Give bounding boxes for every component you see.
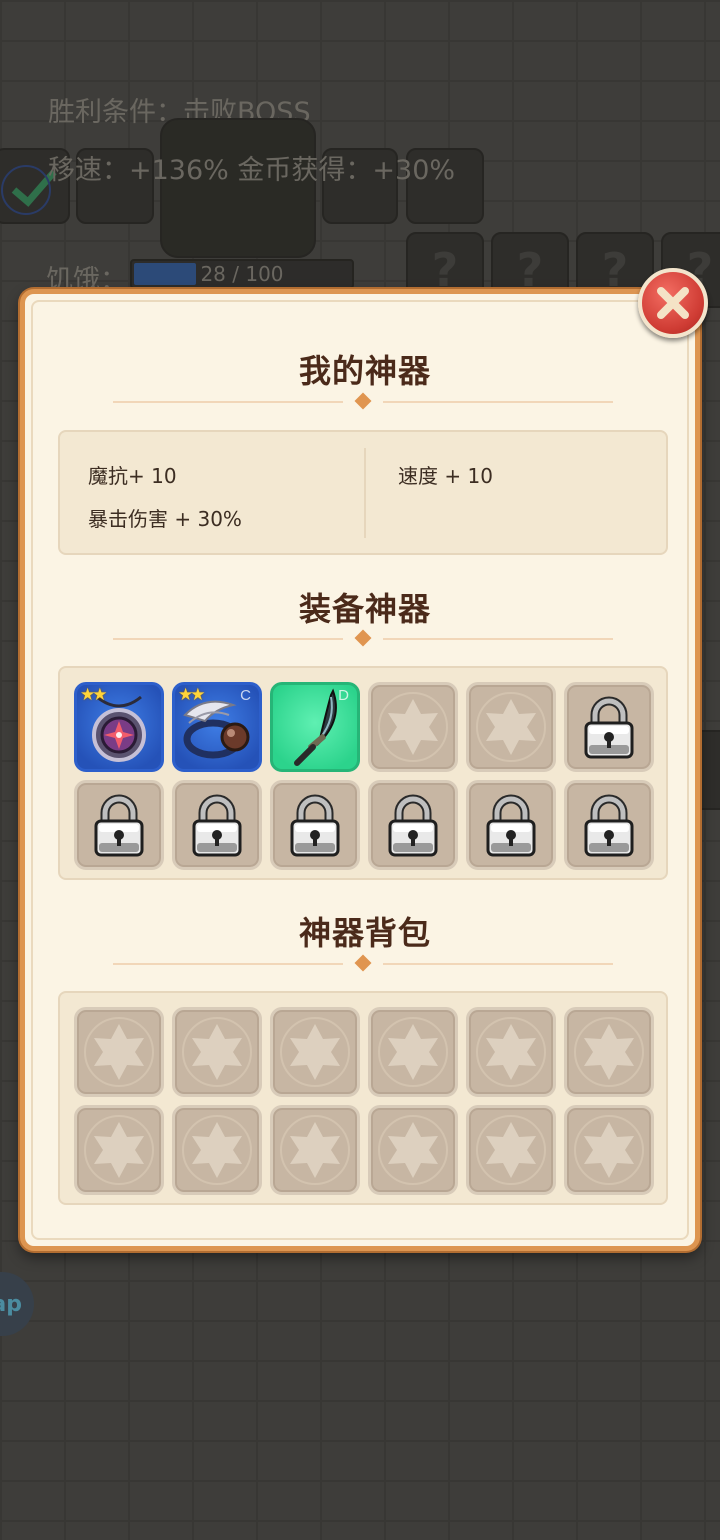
item-grade-letter: C xyxy=(240,687,251,704)
lock-icon xyxy=(584,696,634,759)
stat-speed: 速度 + 10 xyxy=(398,464,493,488)
star-emblem-icon xyxy=(476,1017,546,1087)
star-emblem-icon xyxy=(378,1017,448,1087)
bag-divider xyxy=(113,954,613,974)
star-emblem-icon xyxy=(476,1115,546,1185)
stats-separator xyxy=(364,448,366,538)
artifact-stats-panel: 魔抗+ 10 暴击伤害 + 30% 速度 + 10 xyxy=(58,430,668,555)
lock-icon xyxy=(486,794,536,857)
stat-magic-resist: 魔抗+ 10 xyxy=(88,464,177,488)
hunger-bar: 28 / 100 xyxy=(130,259,354,289)
equip-slot-locked[interactable] xyxy=(564,780,654,870)
equip-slot-locked[interactable] xyxy=(74,780,164,870)
star-emblem-icon xyxy=(378,1115,448,1185)
lock-icon xyxy=(388,794,438,857)
star-emblem-icon xyxy=(476,692,546,762)
star-emblem-icon xyxy=(182,1115,252,1185)
equip-section-title: 装备神器 xyxy=(298,590,431,628)
item-grade-letter: D xyxy=(338,687,349,704)
star-emblem-icon xyxy=(84,1115,154,1185)
star-emblem-icon xyxy=(574,1115,644,1185)
floating-app-bubble[interactable]: ap xyxy=(0,1272,34,1336)
star-emblem-icon xyxy=(182,1017,252,1087)
equip-slot-locked[interactable] xyxy=(564,682,654,772)
star-emblem-icon xyxy=(378,692,448,762)
dialog-title: 我的神器 xyxy=(298,352,431,390)
equip-slot-winged-ring[interactable]: ★★ C xyxy=(172,682,262,772)
equipped-artifacts-grid: ★★ ★★ C D xyxy=(58,666,668,880)
star-emblem-icon xyxy=(280,1115,350,1185)
bag-slot-empty[interactable] xyxy=(564,1105,654,1195)
star-emblem-icon xyxy=(84,1017,154,1087)
lock-icon xyxy=(94,794,144,857)
bag-slot-empty[interactable] xyxy=(564,1007,654,1097)
bag-slot-empty[interactable] xyxy=(270,1105,360,1195)
artifact-bag-grid xyxy=(58,991,668,1205)
bag-slot-empty[interactable] xyxy=(368,1105,458,1195)
bag-slot-empty[interactable] xyxy=(270,1007,360,1097)
buff-text: 移速：+136% 金币获得：+30% xyxy=(48,155,456,186)
bag-slot-empty[interactable] xyxy=(74,1007,164,1097)
close-icon xyxy=(657,287,689,319)
equip-slot-amulet[interactable]: ★★ xyxy=(74,682,164,772)
equip-slot-locked[interactable] xyxy=(270,780,360,870)
item-star-rating: ★★ xyxy=(80,685,108,705)
equip-slot-empty[interactable] xyxy=(466,682,556,772)
star-emblem-icon xyxy=(574,1017,644,1087)
bag-slot-empty[interactable] xyxy=(466,1007,556,1097)
close-button[interactable] xyxy=(638,268,708,338)
bag-slot-empty[interactable] xyxy=(172,1105,262,1195)
stat-crit-damage: 暴击伤害 + 30% xyxy=(88,507,242,531)
bag-slot-empty[interactable] xyxy=(466,1105,556,1195)
artifact-dialog: 我的神器 魔抗+ 10 暴击伤害 + 30% 速度 + 10 装备神器 ★★ ★★… xyxy=(20,289,700,1251)
equip-divider xyxy=(113,629,613,649)
lock-icon xyxy=(584,794,634,857)
equip-slot-locked[interactable] xyxy=(466,780,556,870)
item-star-rating: ★★ xyxy=(178,685,206,705)
bag-slot-empty[interactable] xyxy=(368,1007,458,1097)
title-divider xyxy=(113,392,613,412)
equip-slot-curved-blade[interactable]: D xyxy=(270,682,360,772)
bag-section-title: 神器背包 xyxy=(298,914,431,952)
equip-slot-locked[interactable] xyxy=(172,780,262,870)
lock-icon xyxy=(290,794,340,857)
hunger-value: 28 / 100 xyxy=(200,262,284,286)
bag-slot-empty[interactable] xyxy=(172,1007,262,1097)
equip-slot-empty[interactable] xyxy=(368,682,458,772)
hud-portrait-frame xyxy=(160,118,316,258)
bag-slot-empty[interactable] xyxy=(74,1105,164,1195)
lock-icon xyxy=(192,794,242,857)
equip-slot-locked[interactable] xyxy=(368,780,458,870)
star-emblem-icon xyxy=(280,1017,350,1087)
